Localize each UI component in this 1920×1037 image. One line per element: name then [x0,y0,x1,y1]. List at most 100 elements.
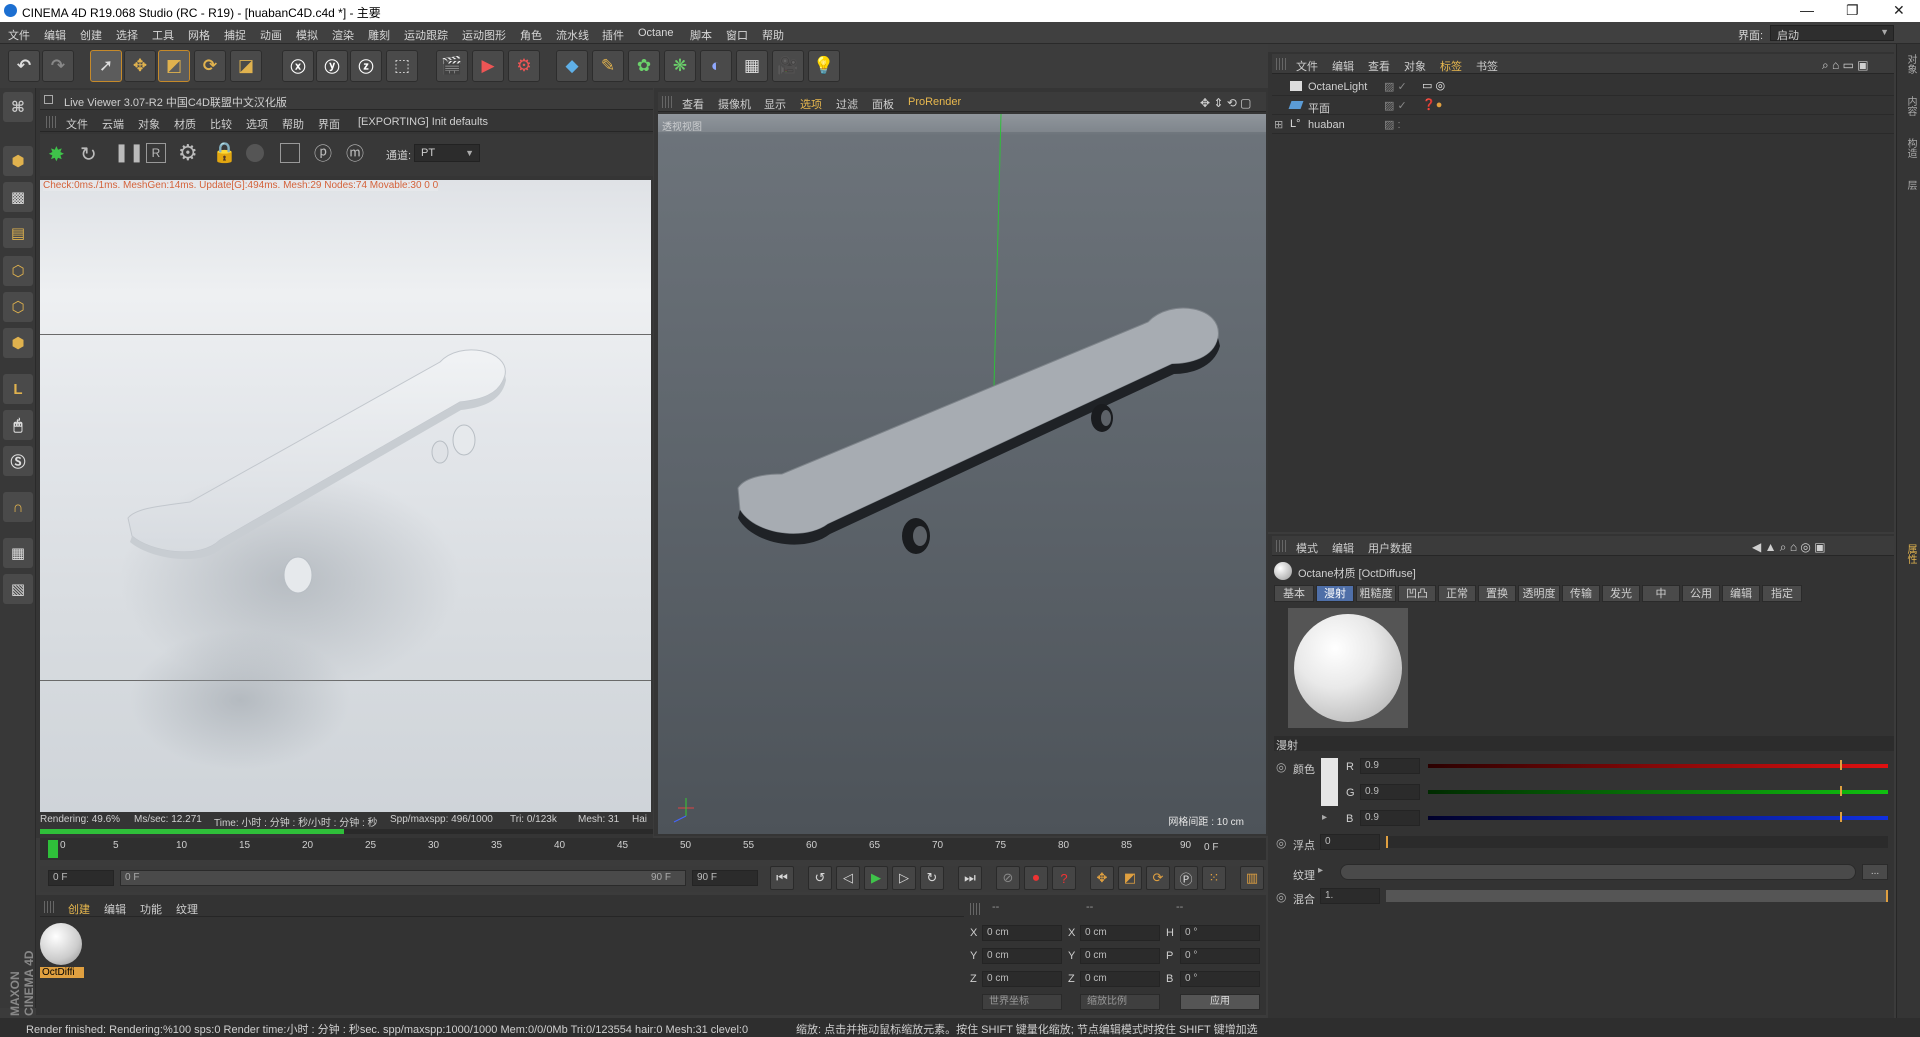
pen-button[interactable]: ✎ [592,50,624,82]
undo-button[interactable]: ↶ [8,50,40,82]
frame-range-slider[interactable]: 0 F 90 F [120,870,686,886]
record-keys-button[interactable]: ⊘ [996,866,1020,890]
om-menu-view[interactable]: 查看 [1368,58,1390,74]
material-preview[interactable] [1288,608,1408,728]
prev-key-button[interactable]: ↺ [808,866,832,890]
mm-menu-function[interactable]: 功能 [140,901,162,917]
restore-button[interactable]: ❐ [1846,2,1859,19]
object-row[interactable]: 平面 ▨ ✓ ❓● [1272,97,1894,115]
om-menu-file[interactable]: 文件 [1296,58,1318,74]
z-axis-button[interactable]: ⓩ [350,50,382,82]
sphere-icon[interactable] [246,144,264,162]
float-value-field[interactable]: 0 [1320,834,1380,850]
mix-slider-handle[interactable] [1886,890,1888,902]
lv-menu-help[interactable]: 帮助 [282,116,304,132]
size-y-field[interactable]: 0 cm [1080,948,1160,964]
make-editable-button[interactable]: ⌘ [3,92,33,122]
enable-axis-button[interactable]: L [3,374,33,404]
am-menu-mode[interactable]: 模式 [1296,540,1318,556]
region-render-icon[interactable]: R [146,143,166,163]
key-param-button[interactable]: Ⓟ [1174,866,1198,890]
menu-octane[interactable]: Octane [638,27,673,39]
viewport-nav-icons[interactable]: ✥ ⇕ ⟲ ▢ [1200,96,1252,110]
lv-menu-compare[interactable]: 比较 [210,116,232,132]
mix-value-field[interactable]: 1. [1320,888,1380,904]
size-x-field[interactable]: 0 cm [1080,925,1160,941]
size-z-field[interactable]: 0 cm [1080,971,1160,987]
am-nav-icons[interactable]: ◀ ▲ ⌕ ⌂ ◎ ▣ [1752,540,1826,555]
om-menu-bookmark[interactable]: 书签 [1476,58,1498,74]
edge-mode-button[interactable]: ⬡ [3,292,33,322]
record-button[interactable]: ⏺ [1024,866,1048,890]
tab-medium[interactable]: 中 [1642,585,1680,602]
rot-p-field[interactable]: 0 ° [1180,948,1260,964]
perspective-viewport[interactable]: 透视视图 网格间距 : 10 cm [658,114,1266,834]
floor-button[interactable]: ▦ [736,50,768,82]
side-tab[interactable]: 构造 [1903,138,1918,158]
move-tool-button[interactable]: ✥ [124,50,156,82]
b-slider-handle[interactable] [1840,812,1842,822]
menu-create[interactable]: 创建 [80,27,102,43]
animate-radio-icon[interactable]: ◎ [1276,836,1286,850]
mm-menu-edit[interactable]: 编辑 [104,901,126,917]
color-swatch[interactable] [1321,758,1338,806]
menu-mesh[interactable]: 网格 [188,27,210,43]
cube-button[interactable]: ◆ [556,50,588,82]
pos-y-field[interactable]: 0 cm [982,948,1062,964]
menu-edit[interactable]: 编辑 [44,27,66,43]
tweak-mode-button[interactable]: 🖱 [3,410,33,440]
point-mode-button[interactable]: ⬡ [3,256,33,286]
visibility-dots[interactable]: ▨ ✓ [1384,80,1407,93]
octane-light-tag-icon[interactable]: ▭ ◎ [1422,79,1445,92]
menu-simulate[interactable]: 模拟 [296,27,318,43]
tab-editor[interactable]: 编辑 [1722,585,1760,602]
render-view-button[interactable]: 🎬 [436,50,468,82]
channel-dropdown[interactable]: PT ▼ [414,144,480,162]
camera-button[interactable]: 🎥 [772,50,804,82]
menu-help[interactable]: 帮助 [762,27,784,43]
tab-opacity[interactable]: 透明度 [1518,585,1560,602]
deformer-button[interactable]: ◐ [700,50,732,82]
menu-snap[interactable]: 捕捉 [224,27,246,43]
polygon-mode-button[interactable]: ⬢ [3,328,33,358]
end-frame-field[interactable]: 90 F [692,870,758,886]
cloner-button[interactable]: ❋ [664,50,696,82]
side-tab[interactable]: 属性 [1903,544,1918,564]
r-value-field[interactable]: 0.9 [1360,758,1420,774]
next-frame-button[interactable]: ▷ [892,866,916,890]
lock-workplane-button[interactable]: ▦ [3,538,33,568]
size-mode-dropdown[interactable]: 缩放比例 [1080,994,1160,1010]
minimize-button[interactable]: — [1800,2,1814,18]
b-slider[interactable] [1428,816,1888,820]
recent-tool-button[interactable]: ◪ [230,50,262,82]
menu-mograph[interactable]: 运动图形 [462,27,506,43]
om-menu-tag[interactable]: 标签 [1440,58,1462,74]
pin-p-icon[interactable]: ⓟ [314,140,332,166]
tab-displacement[interactable]: 置换 [1478,585,1516,602]
material-thumbnail[interactable]: OctDiffi [40,923,84,983]
g-value-field[interactable]: 0.9 [1360,784,1420,800]
g-slider-handle[interactable] [1840,786,1842,796]
g-slider[interactable] [1428,790,1888,794]
side-tab[interactable]: 内容 [1903,96,1918,116]
rotate-tool-button[interactable]: ⟳ [194,50,226,82]
key-pla-button[interactable]: ⁙ [1202,866,1226,890]
float-slider-handle[interactable] [1386,836,1388,848]
om-menu-edit[interactable]: 编辑 [1332,58,1354,74]
vp-menu-display[interactable]: 显示 [764,96,786,112]
settings-gear-icon[interactable]: ⚙ [178,140,198,166]
magnet-button[interactable]: ∩ [3,492,33,522]
menu-window[interactable]: 窗口 [726,27,748,43]
visibility-dots[interactable]: ▨ ✓ [1384,99,1407,112]
menu-character[interactable]: 角色 [520,27,542,43]
menu-pipeline[interactable]: 流水线 [556,27,589,43]
expand-icon[interactable]: ⊞ [1274,118,1283,131]
texture-more-button[interactable]: ... [1862,864,1888,880]
menu-animate[interactable]: 动画 [260,27,282,43]
tab-common[interactable]: 公用 [1682,585,1720,602]
redo-button[interactable]: ↷ [42,50,74,82]
texture-slot[interactable] [1340,864,1856,880]
render-settings-button[interactable]: ⚙ [508,50,540,82]
tab-normal[interactable]: 正常 [1438,585,1476,602]
r-slider-handle[interactable] [1840,760,1842,770]
